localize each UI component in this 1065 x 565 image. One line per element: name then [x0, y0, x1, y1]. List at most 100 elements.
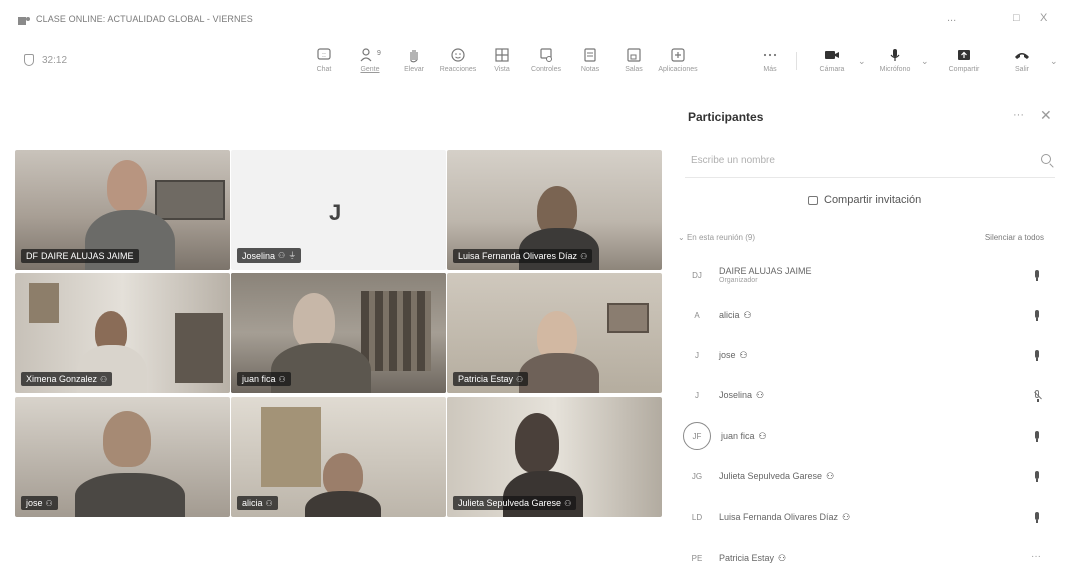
close-window-button[interactable]: X: [1040, 12, 1047, 24]
participant-row[interactable]: LD Luisa Fernanda Olivares Díaz ⚇: [685, 502, 1055, 532]
participant-row[interactable]: JG Julieta Sepulveda Garese ⚇: [685, 461, 1055, 491]
participant-row[interactable]: JF juan fica ⚇: [683, 421, 1055, 451]
guest-icon: ⚇: [826, 470, 835, 481]
video-tile[interactable]: jose ⚇: [15, 397, 230, 517]
participant-name-label: juan fica ⚇: [237, 372, 291, 386]
controls-label: Controles: [531, 66, 561, 73]
mute-all-button[interactable]: Silenciar a todos: [985, 233, 1044, 242]
participant-name-label: DF DAIRE ALUJAS JAIME: [21, 249, 139, 263]
in-meeting-section-header[interactable]: ⌄ En esta reunión (9) Silenciar a todos: [678, 233, 1048, 242]
microphone-icon[interactable]: [1035, 431, 1039, 442]
share-screen-button[interactable]: Compartir: [942, 46, 986, 73]
people-button[interactable]: 9 Gente: [348, 46, 392, 73]
notes-icon: [582, 46, 598, 64]
rooms-button[interactable]: Salas: [612, 46, 656, 73]
raise-hand-label: Elevar: [404, 66, 424, 73]
leave-options-chevron-icon[interactable]: ⌄: [1050, 56, 1058, 67]
more-options-icon[interactable]: ···: [1031, 551, 1041, 562]
video-tile[interactable]: Luisa Fernanda Olivares Díaz ⚇: [447, 150, 662, 270]
chat-label: Chat: [316, 66, 332, 73]
participant-name-label: alicia ⚇: [237, 496, 278, 510]
share-invite-button[interactable]: Compartir invitación: [808, 194, 921, 206]
mic-off-icon: ⏚: [288, 251, 297, 260]
microphone-label: Micrófono: [879, 66, 911, 73]
avatar: JF: [683, 422, 711, 450]
participant-name: Patricia Estay: [719, 553, 775, 563]
share-screen-icon: [956, 46, 972, 64]
camera-button[interactable]: Cámara: [810, 46, 854, 73]
participant-name: alicia: [719, 310, 740, 320]
avatar-initial: J: [329, 200, 342, 225]
timer-text: 32:12: [42, 54, 68, 66]
participant-row[interactable]: PE Patricia Estay ⚇ ···: [685, 543, 1055, 565]
video-tile[interactable]: DF DAIRE ALUJAS JAIME: [15, 150, 230, 270]
svg-text:::: ::: [322, 52, 326, 59]
microphone-icon[interactable]: [1035, 471, 1039, 482]
participant-row[interactable]: A alicia ⚇: [685, 300, 1055, 330]
raise-hand-button[interactable]: Elevar: [392, 46, 436, 73]
microphone-icon[interactable]: [1035, 350, 1039, 361]
maximize-button[interactable]: □: [1013, 12, 1020, 24]
apps-button[interactable]: Aplicaciones: [656, 46, 700, 73]
camera-options-chevron-icon[interactable]: ⌄: [858, 56, 866, 67]
rooms-label: Salas: [625, 66, 643, 73]
participant-row[interactable]: J Joselina ⚇: [685, 380, 1055, 410]
title-bar: CLASE ONLINE: ACTUALIDAD GLOBAL - VIERNE…: [0, 0, 1065, 40]
participant-name-label: jose ⚇: [21, 496, 58, 510]
leave-button[interactable]: Salir: [1000, 46, 1044, 73]
avatar: PE: [691, 553, 703, 563]
more-button[interactable]: Más: [748, 46, 792, 73]
participant-name-label: Ximena Gonzalez ⚇: [21, 372, 113, 386]
guest-icon: ⚇: [580, 251, 588, 261]
microphone-button[interactable]: Micrófono: [873, 46, 917, 73]
minimize-button[interactable]: ...: [947, 12, 956, 24]
participant-name: jose: [719, 350, 736, 360]
avatar: J: [695, 390, 699, 400]
controls-icon: [538, 46, 554, 64]
mic-options-chevron-icon[interactable]: ⌄: [921, 56, 929, 67]
microphone-icon[interactable]: [1035, 512, 1039, 523]
guest-icon: ⚇: [842, 511, 851, 522]
video-tile[interactable]: alicia ⚇: [231, 397, 446, 517]
participant-search[interactable]: [685, 150, 1055, 178]
participant-row[interactable]: J jose ⚇: [685, 340, 1055, 370]
microphone-icon[interactable]: [1035, 310, 1039, 321]
microphone-muted-icon[interactable]: [1035, 390, 1039, 402]
participant-name: juan fica: [721, 431, 755, 441]
leave-label: Salir: [1014, 66, 1029, 73]
guest-icon: ⚇: [564, 498, 572, 508]
people-label: Gente: [360, 66, 380, 73]
apps-label: Aplicaciones: [658, 66, 698, 73]
video-tile[interactable]: Julieta Sepulveda Garese ⚇: [447, 397, 662, 517]
participant-name: Luisa Fernanda Olivares Díaz: [719, 512, 839, 522]
microphone-icon[interactable]: [1035, 270, 1039, 281]
view-button[interactable]: Vista: [480, 46, 524, 73]
close-panel-icon[interactable]: ✕: [1040, 107, 1052, 124]
notes-button[interactable]: Notas: [568, 46, 612, 73]
controls-button[interactable]: Controles: [524, 46, 568, 73]
apps-icon: [670, 46, 686, 64]
participant-name-label: Patricia Estay ⚇: [453, 372, 529, 386]
chat-button[interactable]: :: Chat: [302, 46, 346, 73]
avatar: DJ: [692, 270, 702, 280]
participant-row[interactable]: DJ DAIRE ALUJAS JAIME Organizador: [685, 260, 1055, 290]
video-tile[interactable]: J Joselina ⚇ ⏚: [231, 150, 446, 270]
raise-hand-icon: [406, 46, 422, 64]
video-tile-active-speaker[interactable]: juan fica ⚇: [231, 273, 446, 393]
reactions-label: Reacciones: [439, 66, 477, 73]
guest-icon: ⚇: [758, 430, 767, 441]
participant-name-label: Luisa Fernanda Olivares Díaz ⚇: [453, 249, 593, 263]
camera-label: Cámara: [819, 66, 845, 73]
panel-more-icon[interactable]: ···: [1013, 109, 1024, 121]
search-input[interactable]: [685, 151, 1005, 170]
video-tile[interactable]: Patricia Estay ⚇: [447, 273, 662, 393]
video-tile[interactable]: Ximena Gonzalez ⚇: [15, 273, 230, 393]
teams-logo-icon: [18, 17, 30, 25]
grid-view-icon: [494, 46, 510, 64]
hang-up-icon: [1013, 46, 1031, 64]
reactions-button[interactable]: Reacciones: [436, 46, 480, 73]
participant-name: DAIRE ALUJAS JAIME: [719, 266, 812, 276]
share-invite-label: Compartir invitación: [824, 194, 922, 206]
participant-role: Organizador: [719, 277, 758, 284]
guest-icon: ⚇: [756, 389, 765, 400]
